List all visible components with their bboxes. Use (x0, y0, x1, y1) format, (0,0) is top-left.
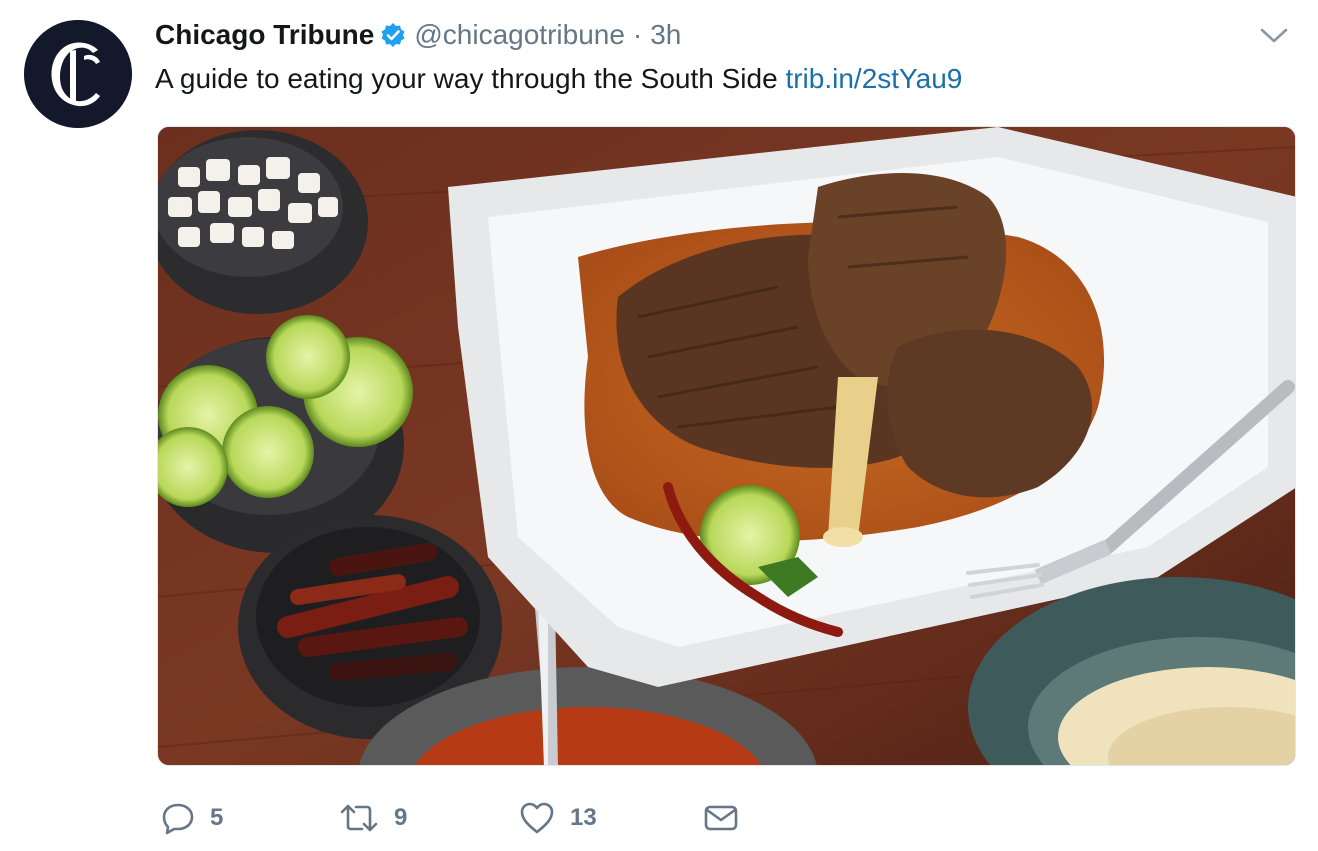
reply-icon (162, 803, 194, 835)
retweet-button[interactable]: 9 (338, 796, 407, 840)
food-photo-icon (158, 127, 1295, 765)
direct-message-button[interactable] (702, 796, 740, 840)
heart-icon (520, 802, 554, 834)
retweet-count: 9 (394, 804, 408, 831)
tweet-header: Chicago Tribune @chicagotribune · 3h (155, 16, 681, 54)
like-count: 13 (570, 804, 597, 831)
more-options-chevron-down-icon[interactable] (1259, 26, 1289, 46)
tweet-text: A guide to eating your way through the S… (155, 61, 962, 97)
tweet-body: A guide to eating your way through the S… (155, 63, 778, 94)
retweet-icon (340, 804, 378, 832)
tweet-timestamp[interactable]: 3h (650, 19, 681, 51)
author-handle[interactable]: @chicagotribune (414, 19, 625, 51)
avatar[interactable] (24, 20, 132, 128)
tweet-photo[interactable] (157, 126, 1296, 766)
chicago-tribune-logo-icon (24, 20, 132, 128)
author-name[interactable]: Chicago Tribune (155, 19, 374, 51)
envelope-icon (704, 805, 738, 831)
reply-button[interactable]: 5 (160, 796, 223, 840)
like-button[interactable]: 13 (518, 796, 597, 840)
separator-dot: · (632, 19, 643, 50)
tweet-link[interactable]: trib.in/2stYau9 (785, 63, 962, 94)
reply-count: 5 (210, 804, 224, 831)
tweet[interactable]: Chicago Tribune @chicagotribune · 3h A g… (0, 0, 1318, 851)
verified-badge-icon (380, 22, 406, 48)
